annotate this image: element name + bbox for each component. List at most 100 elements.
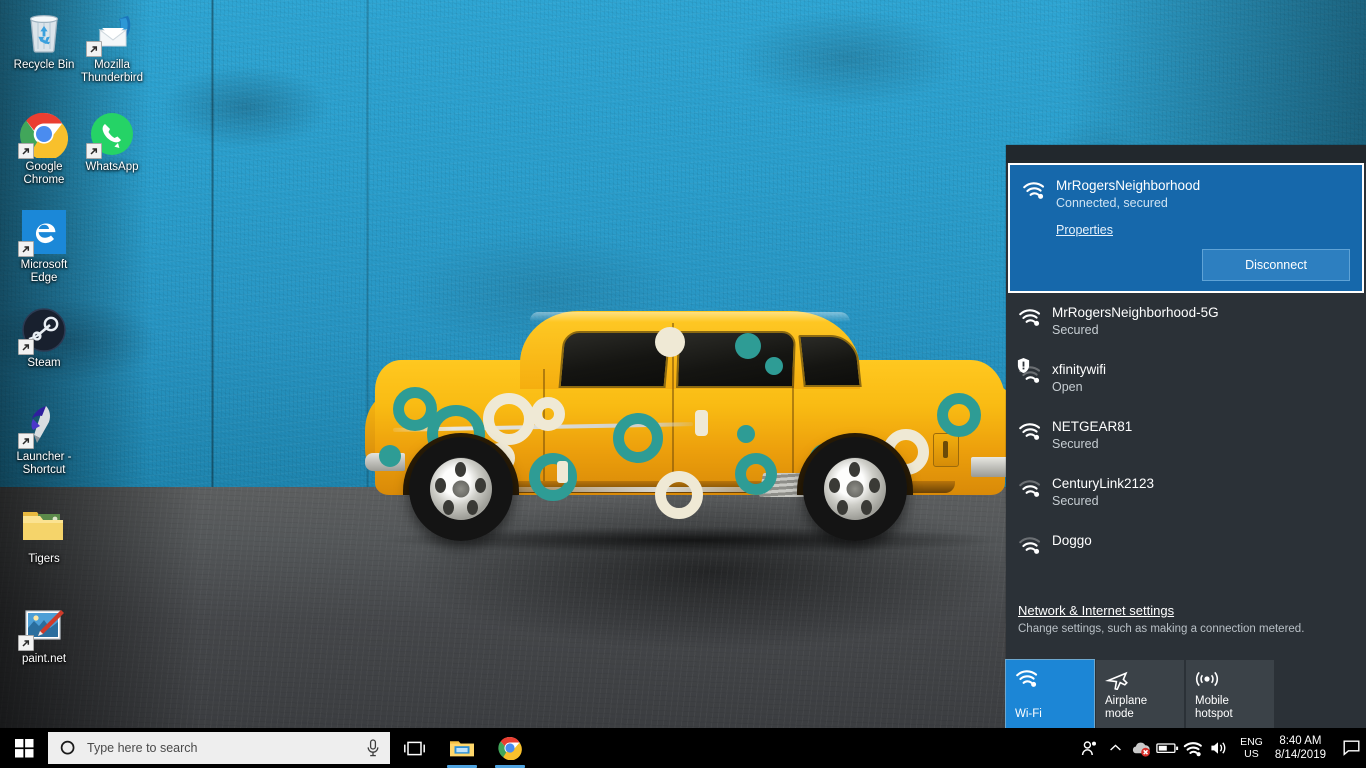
people-icon[interactable]	[1076, 728, 1102, 768]
wifi-signal-icon	[1018, 304, 1052, 339]
chevron-up-icon[interactable]	[1102, 728, 1128, 768]
car-window	[558, 331, 671, 388]
car-rim	[824, 458, 886, 520]
flyout-header-strip	[1006, 145, 1366, 163]
network-list-item[interactable]: MrRogersNeighborhood-5G Secured	[1006, 293, 1366, 350]
microphone-icon[interactable]	[366, 739, 380, 757]
desktop-icon-label: Launcher - Shortcut	[16, 451, 72, 476]
desktop-icon-label: Recycle Bin	[13, 59, 75, 71]
shortcut-overlay-icon	[86, 41, 102, 57]
wifi-signal-icon	[1018, 418, 1052, 453]
quick-action-wi-fi[interactable]: Wi-Fi	[1005, 659, 1095, 729]
system-tray: ENG US 8:40 AM 8/14/2019	[1076, 728, 1366, 768]
car-decal-ring	[483, 393, 535, 445]
desktop-icon-chrome[interactable]: Google Chrome	[6, 110, 82, 187]
car-decal-ring	[937, 393, 981, 437]
car-decal-ring	[655, 471, 703, 519]
car-decal-ring	[531, 397, 565, 431]
start-button[interactable]	[0, 728, 48, 768]
search-icon	[60, 740, 75, 754]
network-internet-settings-link[interactable]: Network & Internet settings	[1018, 603, 1174, 618]
disconnect-button[interactable]: Disconnect	[1202, 249, 1350, 281]
battery-icon[interactable]	[1154, 728, 1180, 768]
search-input[interactable]: Type here to search	[87, 741, 366, 755]
quick-action-label: Wi-Fi	[1015, 708, 1042, 720]
shortcut-overlay-icon	[86, 143, 102, 159]
car-tire	[409, 437, 513, 541]
onedrive-error-icon[interactable]	[1128, 728, 1154, 768]
desktop-icon-steam[interactable]: Steam	[6, 306, 82, 370]
shortcut-overlay-icon	[18, 339, 34, 355]
wifi-signal-icon	[1022, 177, 1056, 212]
chrome-icon	[18, 110, 69, 161]
network-list-item[interactable]: xfinitywifi Open	[1006, 350, 1366, 407]
network-ssid: MrRogersNeighborhood-5G	[1052, 305, 1219, 320]
desktop-icon-thunderbird[interactable]: Mozilla Thunderbird	[74, 8, 150, 85]
network-status: Secured	[1052, 323, 1099, 337]
desktop-icon-label: Tigers	[28, 553, 60, 565]
edge-icon	[18, 208, 68, 257]
car-decal-dot	[765, 357, 783, 375]
car-decal-ring	[529, 453, 577, 501]
desktop-icon-edge[interactable]: Microsoft Edge	[6, 208, 82, 285]
clock-date: 8/14/2019	[1274, 749, 1326, 761]
wifi-icon[interactable]	[1180, 728, 1206, 768]
shortcut-overlay-icon	[18, 143, 34, 159]
search-box[interactable]: Type here to search	[48, 732, 390, 764]
desktop-icon-label: WhatsApp	[85, 161, 139, 173]
car-decal-ring	[613, 413, 663, 463]
speaker-icon[interactable]	[1206, 728, 1232, 768]
wifi-flyout-panel: MrRogersNeighborhood Connected, secured …	[1006, 145, 1366, 728]
network-status: Secured	[1052, 437, 1099, 451]
network-ssid: NETGEAR81	[1052, 419, 1133, 434]
quick-action-airplane-mode[interactable]: Airplane mode	[1096, 660, 1184, 728]
car-decal-ring	[735, 453, 777, 495]
desktop-icon-recycle-bin[interactable]: Recycle Bin	[6, 8, 82, 72]
language-top: ENG	[1240, 736, 1263, 748]
desktop-icon-paint-net[interactable]: paint.net	[6, 602, 82, 666]
desktop-icon-folder[interactable]: Tigers	[6, 502, 82, 566]
taskbar-app-file-explorer[interactable]	[438, 728, 486, 768]
car-decal-dot	[737, 425, 755, 443]
network-list-item[interactable]: NETGEAR81 Secured	[1006, 407, 1366, 464]
shortcut-overlay-icon	[18, 635, 34, 651]
desktop-icon-launcher[interactable]: Launcher - Shortcut	[6, 400, 82, 477]
launcher-icon	[18, 400, 68, 449]
clock-time: 8:40 AM	[1279, 735, 1322, 747]
quick-action-label: Mobile hotspot	[1195, 695, 1233, 720]
clock[interactable]: 8:40 AM 8/14/2019	[1271, 734, 1336, 762]
desktop-icon-label: paint.net	[21, 653, 67, 665]
action-center-button[interactable]	[1336, 728, 1366, 768]
steam-icon	[18, 306, 68, 355]
car-decal-dot	[655, 327, 685, 357]
paint-net-icon	[18, 602, 68, 651]
connected-network-card[interactable]: MrRogersNeighborhood Connected, secured …	[1008, 163, 1364, 293]
task-view-button[interactable]	[390, 728, 438, 768]
car-decal-dot	[557, 461, 568, 483]
network-status: Secured	[1052, 494, 1099, 508]
network-status: Open	[1052, 380, 1083, 394]
car-door-seam	[792, 367, 794, 489]
action-center-icon	[1343, 740, 1359, 756]
car-fuel-latch	[943, 441, 948, 458]
recycle-bin-icon	[20, 8, 68, 56]
language-indicator[interactable]: ENG US	[1232, 736, 1271, 760]
taskbar-app-google-chrome[interactable]	[486, 728, 534, 768]
wifi-signal-icon	[1018, 532, 1052, 560]
file-explorer-icon	[450, 741, 474, 757]
language-bottom: US	[1244, 748, 1259, 760]
hotspot-icon	[1195, 668, 1266, 693]
network-list-item[interactable]: Doggo	[1006, 521, 1366, 571]
quick-actions-row: Wi-Fi Airplane mode Mobile hotspot	[1005, 659, 1274, 729]
connected-ssid: MrRogersNeighborhood	[1056, 178, 1201, 193]
available-networks-list[interactable]: MrRogersNeighborhood-5G Secured xfinitywif…	[1006, 293, 1366, 594]
quick-action-mobile-hotspot[interactable]: Mobile hotspot	[1186, 660, 1274, 728]
car-decal-dot	[695, 410, 708, 436]
wall-seam	[211, 0, 214, 487]
car-decal-dot	[379, 445, 401, 467]
properties-link[interactable]: Properties	[1056, 223, 1113, 237]
car-rim	[430, 458, 492, 520]
task-view-icon	[403, 741, 425, 755]
network-list-item[interactable]: CenturyLink2123 Secured	[1006, 464, 1366, 521]
desktop-icon-whatsapp[interactable]: WhatsApp	[74, 110, 150, 174]
